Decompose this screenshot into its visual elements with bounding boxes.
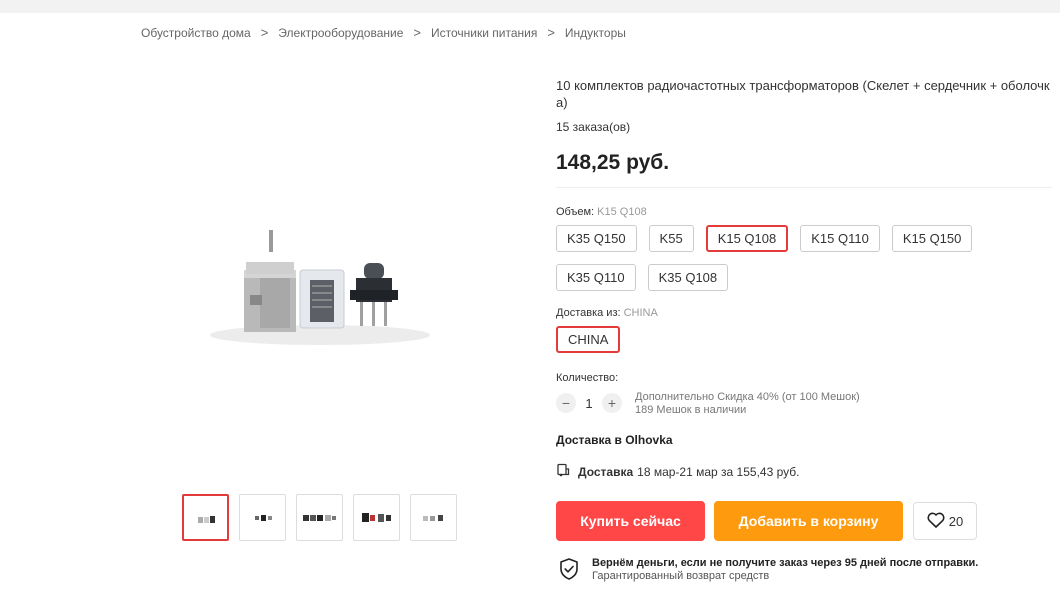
heart-icon <box>927 512 949 531</box>
thumbnail-2[interactable] <box>239 494 286 541</box>
quantity-value[interactable]: 1 <box>576 396 602 411</box>
quantity-info: Дополнительно Скидка 40% (от 100 Мешок) … <box>635 391 860 417</box>
add-to-cart-button[interactable]: Добавить в корзину <box>714 501 903 541</box>
thumbnail-strip <box>182 494 457 541</box>
delivery-info: Доставка 18 мар-21 мар за 155,43 руб. <box>556 463 799 480</box>
delivery-destination: Доставка в Olhovka <box>556 433 673 447</box>
orders-count: 15 заказа(ов) <box>556 120 631 134</box>
delivery-details: 18 мар-21 мар за 155,43 руб. <box>637 464 800 479</box>
breadcrumb-separator: > <box>547 25 555 40</box>
thumbnail-5[interactable] <box>410 494 457 541</box>
volume-option-k35-q150[interactable]: K35 Q150 <box>556 225 637 252</box>
volume-label: Объем: <box>556 206 595 218</box>
quantity-plus-button[interactable]: + <box>602 393 622 413</box>
guarantee-title: Вернём деньги, если не получите заказ че… <box>592 557 979 569</box>
stock-text: 189 Мешок в наличии <box>635 404 747 416</box>
ship-from-label: Доставка из: <box>556 307 621 319</box>
quantity-stepper: − 1 + <box>556 393 622 413</box>
volume-options: K35 Q150 K55 K15 Q108 K15 Q110 K15 Q150 … <box>556 225 1056 291</box>
ship-from-selected-value: CHINA <box>623 307 658 319</box>
volume-option-k35-q110[interactable]: K35 Q110 <box>556 264 636 291</box>
delivery-truck-icon <box>556 463 570 480</box>
delivery-label: Доставка <box>578 464 634 479</box>
volume-label-row: Объем: K15 Q108 <box>556 206 647 218</box>
product-title: 10 комплектов радиочастотных трансформат… <box>556 78 1050 110</box>
breadcrumb-separator: > <box>413 25 421 40</box>
volume-selected-value: K15 Q108 <box>597 206 647 218</box>
wishlist-button[interactable]: 20 <box>913 502 977 540</box>
breadcrumb-item-power-sources[interactable]: Источники питания <box>431 26 537 40</box>
main-product-image[interactable] <box>120 130 560 460</box>
thumbnail-3[interactable] <box>296 494 343 541</box>
volume-option-k35-q108[interactable]: K35 Q108 <box>647 264 729 291</box>
breadcrumb-separator: > <box>260 25 269 40</box>
volume-option-k55[interactable]: K55 <box>648 225 694 252</box>
volume-option-k15-q150[interactable]: K15 Q150 <box>891 225 973 252</box>
breadcrumb: Обустройство дома > Электрооборудование … <box>141 25 626 40</box>
ship-from-label-row: Доставка из: CHINA <box>556 307 658 319</box>
thumbnail-1[interactable] <box>182 494 229 541</box>
volume-option-k15-q110[interactable]: K15 Q110 <box>800 225 880 252</box>
volume-option-k15-q108[interactable]: K15 Q108 <box>705 225 789 252</box>
guarantee-subtitle: Гарантированный возврат средств <box>592 570 770 582</box>
buyer-protection: Вернём деньги, если не получите заказ че… <box>558 557 978 586</box>
discount-text: Дополнительно Скидка 40% (от 100 Мешок) <box>635 391 860 403</box>
wishlist-count: 20 <box>948 513 964 529</box>
thumbnail-4[interactable] <box>353 494 400 541</box>
breadcrumb-item-home[interactable]: Обустройство дома <box>141 26 251 40</box>
top-bar <box>0 0 1060 13</box>
buy-now-button[interactable]: Купить сейчас <box>556 501 705 541</box>
breadcrumb-item-electrical[interactable]: Электрооборудование <box>278 26 403 40</box>
breadcrumb-item-inductors[interactable]: Индукторы <box>565 26 626 40</box>
shield-check-icon <box>558 557 580 586</box>
quantity-label: Количество: <box>556 372 619 384</box>
product-price: 148,25 руб. <box>556 151 670 174</box>
divider <box>556 187 1052 188</box>
ship-from-option-china[interactable]: CHINA <box>556 326 621 353</box>
quantity-minus-button[interactable]: − <box>556 393 576 413</box>
